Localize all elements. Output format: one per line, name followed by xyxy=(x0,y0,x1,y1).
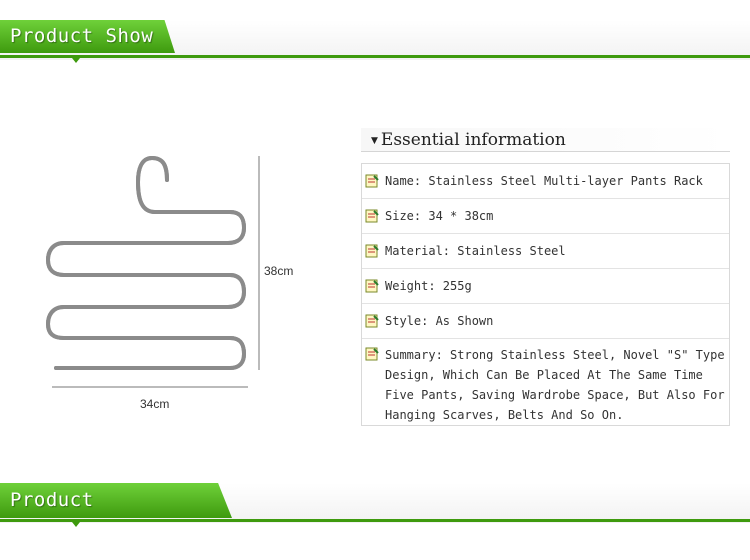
product-image: 38cm 34cm xyxy=(30,140,320,420)
essential-info-panel: ▼ Essential information Name: Stainless S… xyxy=(361,128,730,426)
caret-down-icon: ▼ xyxy=(371,135,378,146)
info-list: Name: Stainless Steel Multi-layer Pants … xyxy=(361,163,730,426)
notepad-icon xyxy=(365,314,379,328)
essential-info-title: Essential information xyxy=(380,130,566,150)
notepad-icon xyxy=(365,347,379,361)
info-row-name: Name: Stainless Steel Multi-layer Pants … xyxy=(362,164,729,199)
info-text-weight: Weight: 255g xyxy=(385,279,472,293)
notepad-icon xyxy=(365,174,379,188)
info-row-size: Size: 34 * 38cm xyxy=(362,199,729,234)
header-underline xyxy=(0,519,750,522)
notepad-icon xyxy=(365,279,379,293)
notepad-icon xyxy=(365,209,379,223)
info-text-name: Name: Stainless Steel Multi-layer Pants … xyxy=(385,174,703,188)
product-description-tab: Product Description xyxy=(0,483,232,518)
info-text-material: Material: Stainless Steel xyxy=(385,244,566,258)
tab-pointer-icon xyxy=(72,58,80,63)
width-label: 34cm xyxy=(140,397,170,411)
info-text-style: Style: As Shown xyxy=(385,314,494,328)
info-row-style: Style: As Shown xyxy=(362,304,729,339)
info-row-summary: Summary: Strong Stainless Steel, Novel "… xyxy=(362,339,729,425)
pants-hanger-illustration xyxy=(46,156,260,388)
notepad-icon xyxy=(365,244,379,258)
product-show-tab: Product Show xyxy=(0,20,175,53)
product-show-header: Product Show xyxy=(0,20,750,63)
essential-info-header: ▼ Essential information xyxy=(361,128,730,152)
height-label: 38cm xyxy=(264,264,294,278)
tab-pointer-icon xyxy=(72,522,80,527)
info-row-material: Material: Stainless Steel xyxy=(362,234,729,269)
product-description-header: Product Description xyxy=(0,483,750,527)
info-row-weight: Weight: 255g xyxy=(362,269,729,304)
header-underline xyxy=(0,55,750,58)
info-text-size: Size: 34 * 38cm xyxy=(385,209,494,223)
info-text-summary: Summary: Strong Stainless Steel, Novel "… xyxy=(385,348,725,422)
